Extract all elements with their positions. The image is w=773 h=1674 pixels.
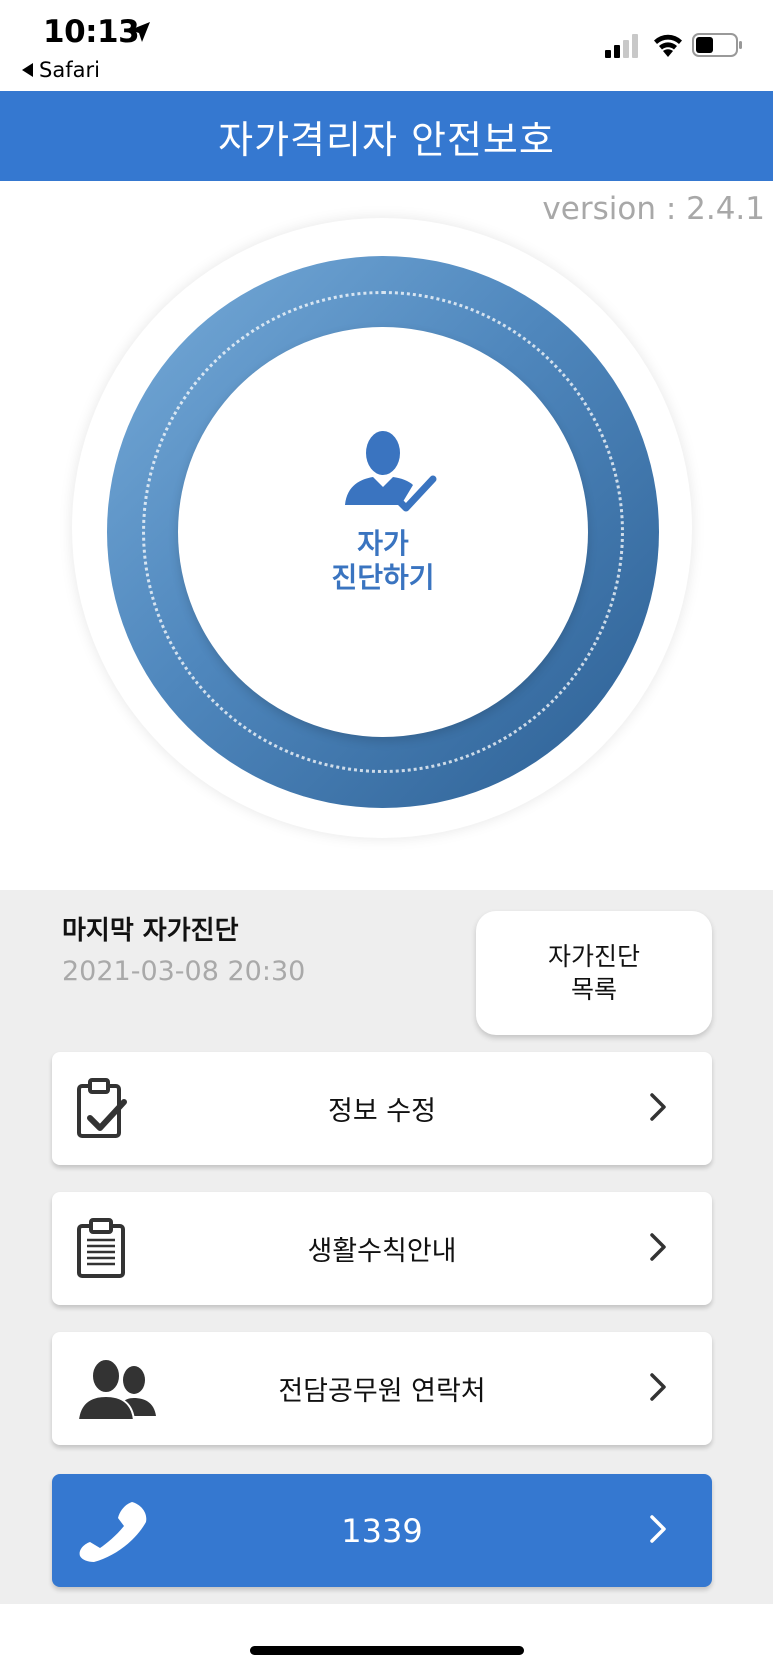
last-diagnosis-title: 마지막 자가진단 [62, 916, 239, 946]
last-diagnosis-datetime: 2021-03-08 20:30 [62, 956, 306, 987]
menu-label: 정보 수정 [328, 1096, 436, 1127]
diagnosis-list-button[interactable]: 자가진단 목록 [476, 911, 712, 1035]
self-diagnosis-label-line1: 자가 [357, 527, 409, 560]
person-check-icon [345, 431, 437, 512]
bottom-panel: 마지막 자가진단 2021-03-08 20:30 자가진단 목록 정보 수정 [0, 890, 773, 1604]
back-app-label: Safari [39, 58, 100, 82]
back-arrow-icon [22, 63, 33, 77]
status-time: 10:13 [43, 14, 140, 50]
self-diagnosis-label-line2: 진단하기 [331, 561, 435, 594]
menu-officer-contact[interactable]: 전담공무원 연락처 [52, 1332, 712, 1445]
chevron-right-icon [650, 1093, 666, 1121]
wifi-icon [654, 34, 682, 57]
home-indicator[interactable] [250, 1646, 524, 1655]
menu-edit-info[interactable]: 정보 수정 [52, 1052, 712, 1165]
diagnosis-list-label-line1: 자가진단 [547, 942, 640, 971]
status-bar: 10:13 Safari [0, 0, 773, 91]
menu-label: 생활수칙안내 [307, 1236, 457, 1267]
location-arrow-icon [130, 22, 150, 42]
back-to-safari-link[interactable]: Safari [22, 58, 100, 82]
self-diagnosis-label: 자가 진단하기 [178, 527, 588, 595]
chevron-right-icon [650, 1233, 666, 1261]
app-header: 자가격리자 안전보호 [0, 91, 773, 181]
chevron-right-icon [650, 1373, 666, 1401]
page-title: 자가격리자 안전보호 [218, 117, 555, 162]
menu-label: 전담공무원 연락처 [278, 1376, 486, 1407]
self-diagnosis-widget: 자가 진단하기 [72, 218, 692, 838]
chevron-right-icon [650, 1515, 666, 1543]
diagnosis-list-label-line2: 목록 [570, 975, 617, 1004]
battery-icon [692, 33, 742, 57]
menu-living-rules[interactable]: 생활수칙안내 [52, 1192, 712, 1305]
call-number-label: 1339 [341, 1511, 423, 1550]
call-1339-button[interactable]: 1339 [52, 1474, 712, 1587]
self-diagnosis-button[interactable]: 자가 진단하기 [178, 327, 588, 737]
cellular-signal-icon [605, 34, 638, 58]
